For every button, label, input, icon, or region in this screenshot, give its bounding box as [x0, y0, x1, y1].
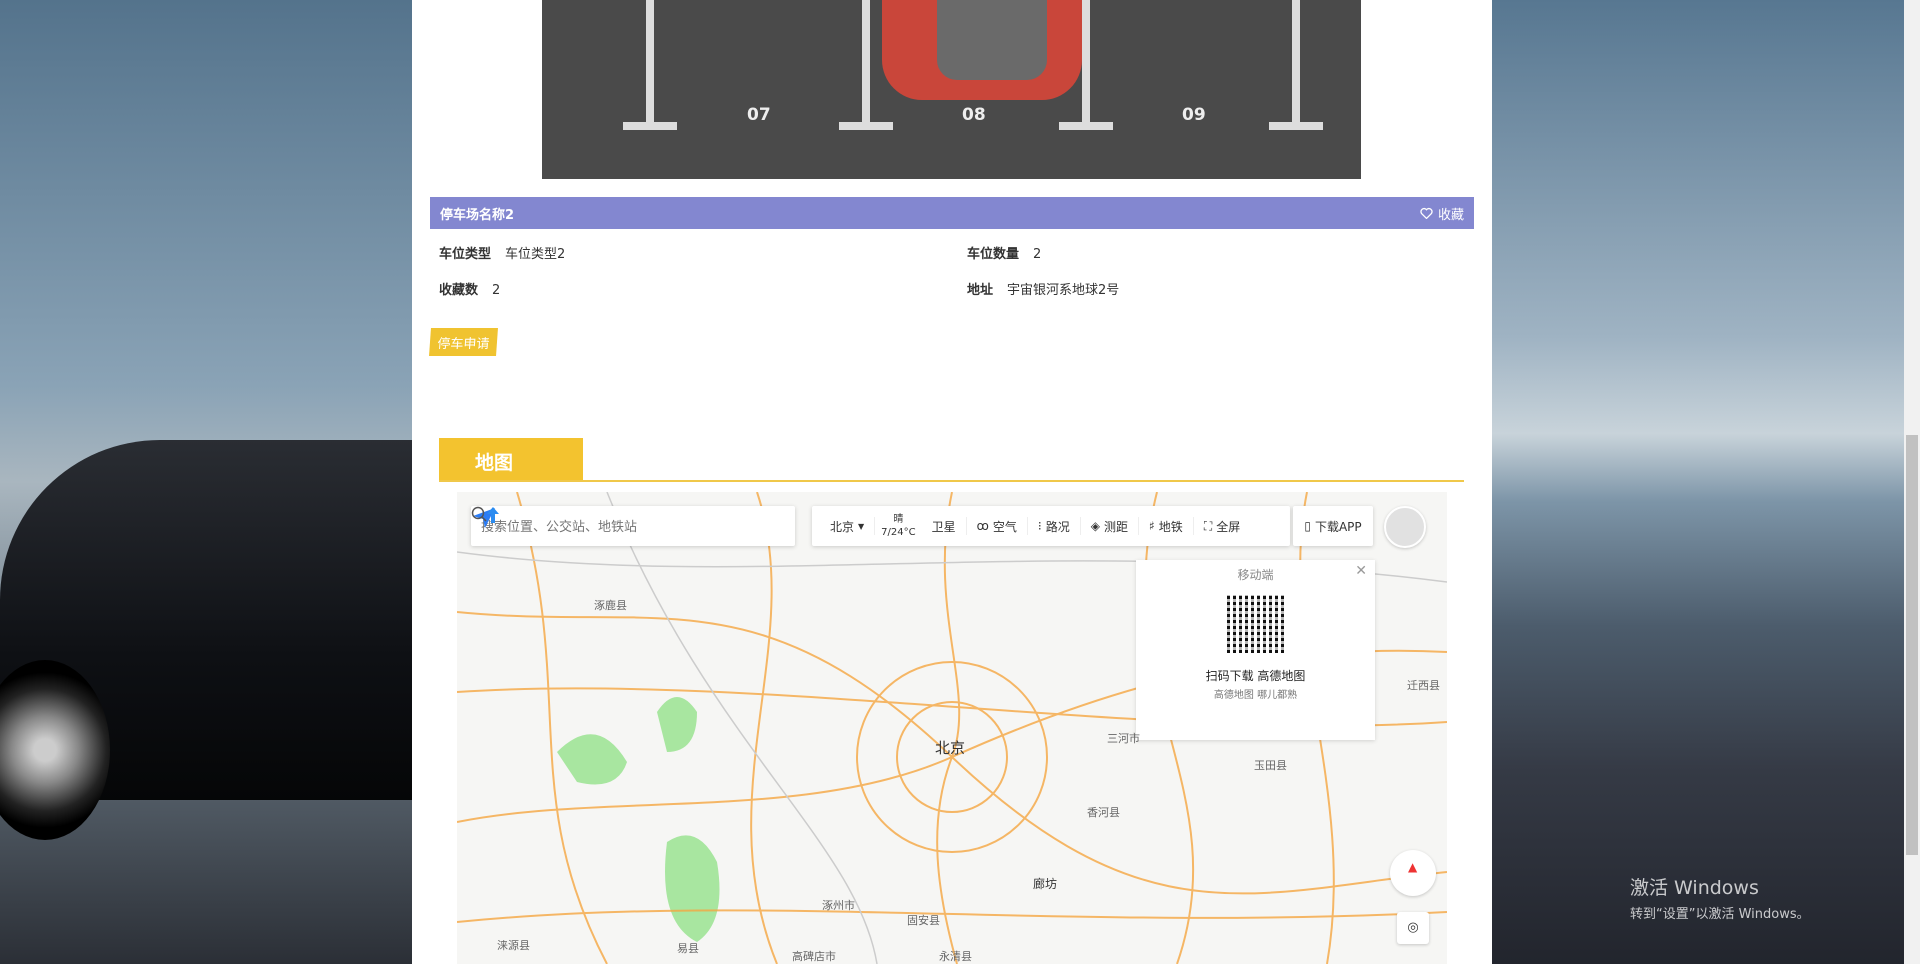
tool-subway[interactable]: ♯ 地铁 [1139, 517, 1194, 535]
locate-button[interactable]: ◎ [1397, 912, 1429, 944]
place-label: 迁西县 [1407, 679, 1440, 692]
field-address: 地址 宇宙银河系地球2号 [967, 283, 1120, 298]
fullscreen-icon: ⛶ [1203, 518, 1213, 533]
air-icon: ꝏ [976, 519, 989, 533]
popup-title: 移动端 [1237, 568, 1274, 582]
favorite-label: 收藏 [1437, 207, 1464, 223]
place-label: 玉田县 [1254, 759, 1287, 772]
weather: 晴 7/24°C [881, 514, 916, 538]
close-icon[interactable]: ✕ [1355, 563, 1367, 579]
popup-subcaption: 高德地图 哪儿都熟 [1213, 690, 1298, 701]
field-favorite-count: 收藏数 2 [439, 283, 501, 298]
phone-icon: ▯ [1304, 519, 1311, 533]
background-left [0, 0, 412, 964]
popup-caption: 扫码下载 高德地图 [1205, 669, 1306, 683]
map-toolbar: 北京 ▼ 晴 7/24°C 卫星 ꝏ 空气 ⁝ 路况 ◈ 测距 ♯ 地铁 ⛶ 全屏 [812, 506, 1290, 546]
tool-ruler[interactable]: ◈ 测距 [1081, 517, 1139, 535]
page-scrollbar[interactable] [1904, 0, 1920, 964]
mobile-qr-popup: 移动端 ✕ 扫码下载 高德地图 高德地图 哪儿都熟 [1136, 560, 1375, 740]
download-app-button[interactable]: ▯ 下载APP [1293, 506, 1373, 546]
map-view[interactable]: 北京▼ 晴7/24°C 卫星 ꝏ空气 ⁝路况 ◈测距 ♯地铁 ⛶全屏 ▯下载AP… [457, 492, 1447, 964]
place-label: 北京 [935, 739, 966, 757]
route-icon[interactable] [485, 506, 501, 524]
windows-activation-watermark: 激活 Windows 转到“设置”以激活 Windows。 [1630, 877, 1810, 922]
background-right [1492, 0, 1904, 964]
caret-down-icon: ▼ [858, 521, 865, 531]
traffic-icon: ⁝ [1037, 519, 1042, 533]
city-selector[interactable]: 北京 ▼ [820, 517, 876, 535]
scrollbar-thumb[interactable] [1906, 435, 1918, 855]
ruler-icon: ◈ [1090, 519, 1100, 533]
field-space-type: 车位类型 车位类型2 [439, 247, 566, 262]
place-label: 高碑店市 [792, 950, 836, 963]
slot-number: 08 [962, 105, 986, 125]
parking-photo: 07 08 09 [542, 0, 1361, 179]
parking-name: 停车场名称2 [440, 207, 515, 223]
favorite-button[interactable]: 收藏 [1420, 204, 1464, 223]
heart-icon [1420, 207, 1433, 219]
tool-air[interactable]: ꝏ 空气 [967, 517, 1028, 535]
place-label: 涿州市 [822, 899, 855, 912]
main-content: 07 08 09 停车场名称2 收藏 车位类型 车位类型2 车位数量 2 收藏数 2 … [412, 0, 1492, 964]
slot-number: 09 [1182, 105, 1206, 125]
place-label: 涿鹿县 [594, 599, 627, 612]
qr-code [1226, 595, 1285, 653]
place-label: 廊坊 [1033, 877, 1058, 891]
place-label: 易县 [677, 942, 699, 955]
slot-number: 07 [747, 105, 771, 125]
user-avatar[interactable] [1384, 506, 1426, 548]
compass-control[interactable]: ▲ [1390, 850, 1436, 896]
parking-title-bar: 停车场名称2 收藏 [430, 197, 1474, 229]
subway-icon: ♯ [1148, 519, 1155, 533]
tool-fullscreen[interactable]: ⛶ 全屏 [1194, 517, 1250, 535]
section-divider [439, 480, 1464, 482]
tool-satellite[interactable]: 卫星 [922, 517, 967, 535]
tab-map: 地图 [439, 438, 583, 481]
place-label: 香河县 [1087, 806, 1120, 819]
place-label: 三河市 [1107, 732, 1140, 745]
parking-apply-button[interactable]: 停车申请 [429, 328, 498, 356]
compass-icon: ▲ [1408, 860, 1418, 874]
place-label: 固安县 [907, 914, 940, 927]
field-space-count: 车位数量 2 [967, 247, 1042, 262]
locate-icon: ◎ [1407, 920, 1419, 935]
tool-traffic[interactable]: ⁝ 路况 [1028, 517, 1081, 535]
map-search-input[interactable] [481, 518, 691, 534]
place-label: 永清县 [939, 950, 972, 963]
map-search-box [471, 506, 795, 546]
place-label: 涞源县 [497, 939, 530, 952]
